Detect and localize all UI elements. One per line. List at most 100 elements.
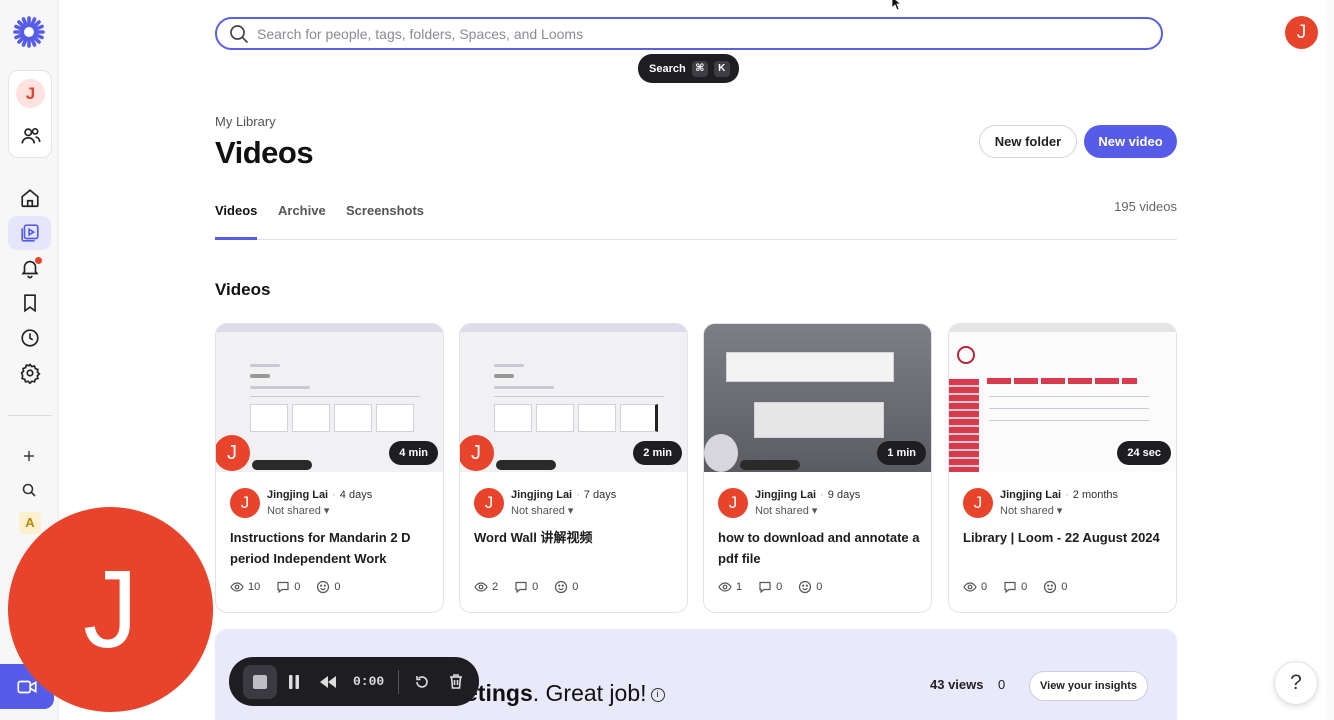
loom-app: J A Search for people, tags, folders, Sp… (0, 0, 1334, 720)
chevron-down-icon: ▾ (323, 505, 330, 517)
comment-icon (1004, 581, 1016, 594)
new-folder-button[interactable]: New folder (979, 125, 1077, 158)
chevron-down-icon: ▾ (567, 505, 574, 517)
command-key: ⌘ (691, 60, 708, 77)
video-thumbnail[interactable]: 1 min (704, 324, 931, 472)
presenter-avatar: J (460, 435, 494, 471)
watch-later-button[interactable] (8, 286, 51, 320)
workspace-avatar[interactable]: J (16, 79, 45, 108)
rewind-button[interactable] (311, 665, 345, 699)
video-title[interactable]: Word Wall 讲解视频 (474, 527, 679, 548)
author-name[interactable]: Jingjing Lai (1000, 489, 1061, 501)
workspace-space-badge[interactable]: A (19, 512, 41, 534)
comment-icon (759, 581, 771, 594)
author-name[interactable]: Jingjing Lai (267, 489, 328, 501)
video-age: 9 days (827, 489, 861, 501)
eye-icon (963, 582, 977, 592)
video-title[interactable]: how to download and annotate a pdf file (718, 527, 923, 569)
page-title: Videos (215, 135, 314, 170)
video-card[interactable]: 1 min J Jingjing Lai · 9 days Not shared ▾… (703, 323, 932, 613)
video-stats: 0 0 0 (963, 580, 1067, 594)
author-name[interactable]: Jingjing Lai (511, 489, 572, 501)
video-thumbnail[interactable]: J 4 min (216, 324, 443, 472)
search-icon (230, 25, 249, 44)
share-status-dropdown[interactable]: Not shared ▾ (511, 504, 573, 517)
restart-button[interactable] (405, 665, 439, 699)
author-avatar: J (963, 488, 993, 518)
user-avatar[interactable]: J (1285, 16, 1318, 49)
scrollbar[interactable] (1326, 0, 1334, 720)
rewind-icon (320, 675, 336, 688)
global-search[interactable] (215, 17, 1163, 50)
view-count: 2 (492, 581, 499, 593)
reaction-count: 0 (1061, 581, 1068, 593)
author-avatar: J (474, 488, 504, 518)
help-button[interactable]: ? (1274, 661, 1318, 705)
notification-dot (35, 257, 42, 264)
search-spaces-button[interactable] (19, 480, 39, 500)
author-line: Jingjing Lai · 7 days (511, 489, 617, 501)
add-space-button[interactable] (19, 446, 39, 466)
library-button[interactable] (8, 216, 51, 250)
smiley-icon (555, 580, 568, 594)
mouse-cursor-icon (891, 0, 903, 11)
delete-recording-button[interactable] (439, 665, 473, 699)
duration-badge: 1 min (877, 441, 926, 465)
history-button[interactable] (8, 321, 51, 355)
eye-icon (718, 582, 732, 592)
trash-icon (450, 674, 463, 689)
gear-icon (20, 363, 41, 384)
duration-badge: 4 min (389, 441, 438, 465)
stop-recording-button[interactable] (243, 664, 277, 699)
sidebar-divider (8, 415, 52, 416)
info-icon[interactable]: i (650, 687, 665, 702)
view-count: 1 (736, 581, 743, 593)
share-status-dropdown[interactable]: Not shared ▾ (267, 504, 329, 517)
settings-button[interactable] (8, 356, 51, 390)
author-name[interactable]: Jingjing Lai (755, 489, 816, 501)
comment-count: 0 (532, 581, 539, 593)
chevron-down-icon: ▾ (811, 505, 818, 517)
video-thumbnail[interactable]: 24 sec (949, 324, 1176, 472)
video-title[interactable]: Instructions for Mandarin 2 D period Ind… (230, 527, 435, 569)
video-count: 195 videos (1114, 199, 1177, 214)
video-card[interactable]: 24 sec J Jingjing Lai · 2 months Not share… (948, 323, 1177, 613)
search-icon (22, 483, 36, 497)
author-line: Jingjing Lai · 2 months (1000, 489, 1119, 501)
home-button[interactable] (8, 181, 51, 215)
tab-videos[interactable]: Videos (215, 203, 258, 240)
tab-screenshots[interactable]: Screenshots (346, 203, 424, 240)
search-input[interactable] (257, 24, 1137, 44)
share-status-dropdown[interactable]: Not shared ▾ (755, 504, 817, 517)
loom-logo-icon[interactable] (13, 16, 45, 48)
chevron-down-icon: ▾ (1056, 505, 1063, 517)
view-count: 10 (248, 581, 261, 593)
author-avatar: J (718, 488, 748, 518)
insights-message-rest: . Great job! (532, 680, 647, 706)
video-stats: 2 0 0 (474, 580, 578, 594)
eye-icon (230, 582, 244, 592)
people-icon[interactable] (20, 125, 42, 147)
share-status: Not shared (511, 505, 565, 517)
comment-icon (515, 581, 527, 594)
share-status-dropdown[interactable]: Not shared ▾ (1000, 504, 1062, 517)
clock-icon (20, 329, 39, 347)
camera-bubble[interactable]: J (8, 507, 213, 712)
video-thumbnail[interactable]: J 2 min (460, 324, 687, 472)
video-title[interactable]: Library | Loom - 22 August 2024 (963, 527, 1168, 548)
new-video-button[interactable]: New video (1084, 125, 1177, 158)
view-insights-button[interactable]: View your insights (1029, 671, 1148, 701)
breadcrumb[interactable]: My Library (215, 114, 276, 129)
smiley-icon (1044, 580, 1057, 594)
pause-button[interactable] (277, 665, 311, 699)
eye-icon (474, 582, 488, 592)
video-stats: 10 0 0 (230, 580, 341, 594)
insights-count: 0 (998, 677, 1006, 692)
video-card[interactable]: J 2 min J Jingjing Lai · 7 days Not shared… (459, 323, 688, 613)
pause-icon (289, 674, 299, 689)
notifications-button[interactable] (8, 251, 51, 285)
video-card[interactable]: J 4 min J Jingjing Lai · 4 days Not shared… (215, 323, 444, 613)
tab-archive[interactable]: Archive (278, 203, 326, 240)
search-shortcut-tooltip: Search ⌘ K (638, 54, 739, 83)
insights-message: etings. Great job! i (465, 680, 665, 707)
